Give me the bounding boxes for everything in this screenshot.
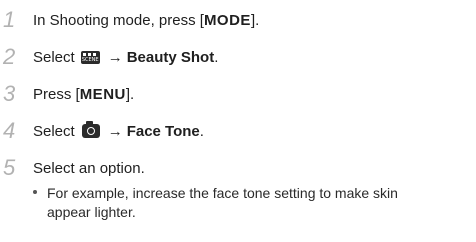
step-text: In Shooting mode, press [ [33, 11, 204, 29]
step-text: Select [33, 48, 75, 66]
arrow: → [107, 122, 123, 140]
step-number: 1 [3, 7, 16, 32]
note-line-1: For example, increase the face tone sett… [30, 185, 398, 201]
step-number: 3 [3, 81, 16, 106]
step-text-end: . [199, 122, 204, 140]
note-line-2: appear lighter. [47, 204, 136, 220]
note-text: For example, increase the face tone sett… [47, 185, 398, 201]
menu-key: MENU [79, 85, 126, 103]
arrow: → [107, 48, 123, 66]
beauty-shot-label: Beauty Shot [126, 48, 215, 66]
step-number: 5 [3, 155, 16, 180]
step-5: 5 Select an option. [0, 154, 145, 182]
scene-icon: SCENE [80, 50, 100, 64]
step-4: 4 Select → Face Tone. [0, 117, 204, 145]
step-1: 1 In Shooting mode, press [MODE]. [0, 6, 259, 34]
step-text-end: . [214, 48, 219, 66]
step-text-end: ]. [250, 11, 260, 29]
face-tone-label: Face Tone [126, 122, 200, 140]
step-text: Select an option. [33, 159, 145, 177]
step-3: 3 Press [MENU]. [0, 80, 134, 108]
note-text-cont: appear lighter. [47, 204, 136, 220]
step-number: 2 [3, 44, 16, 69]
step-2: 2 Select SCENE → Beauty Shot. [0, 43, 218, 71]
step-number: 4 [3, 118, 16, 143]
mode-key: MODE [203, 11, 251, 29]
step-text: Select [33, 122, 75, 140]
camera-icon [81, 121, 100, 138]
bullet-icon [33, 190, 37, 195]
step-text: Press [ [33, 85, 80, 103]
step-text-end: ]. [125, 85, 135, 103]
